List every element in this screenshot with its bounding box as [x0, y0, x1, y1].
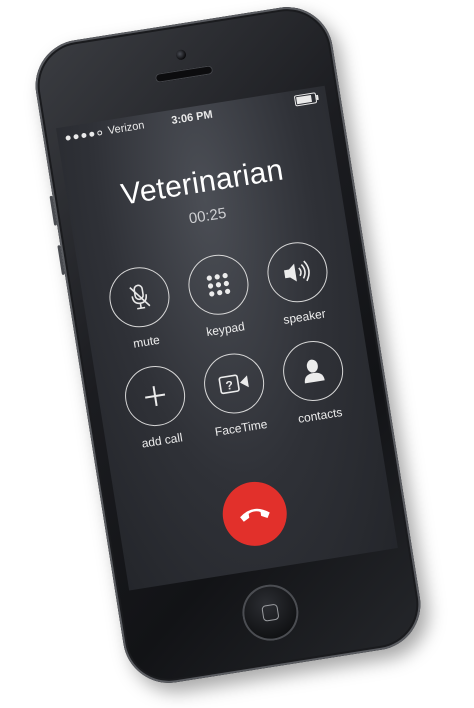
call-screen: Verizon 3:06 PM Veterinarian 00:25 mute …	[55, 85, 398, 591]
earpiece-speaker	[154, 65, 214, 84]
mute-label: mute	[132, 332, 161, 351]
home-button[interactable]	[238, 580, 303, 645]
facetime-label: FaceTime	[213, 416, 269, 440]
add-call-ring[interactable]	[120, 361, 190, 431]
volume-down-button	[57, 245, 65, 276]
contacts-ring[interactable]	[278, 336, 348, 406]
status-time: 3:06 PM	[170, 108, 214, 128]
phone-hangup-icon	[240, 508, 270, 522]
photo-background: Verizon 3:06 PM Veterinarian 00:25 mute …	[0, 0, 474, 708]
svg-text:?: ?	[225, 378, 234, 393]
keypad-ring[interactable]	[184, 250, 253, 320]
keypad-button[interactable]: keypad	[178, 249, 264, 355]
speaker-ring[interactable]	[263, 237, 332, 307]
facetime-icon: ?	[218, 374, 249, 395]
front-camera	[175, 49, 187, 61]
add-call-button[interactable]: add call	[115, 361, 201, 467]
speaker-icon	[284, 260, 310, 282]
contacts-label: contacts	[296, 405, 344, 426]
status-bar: Verizon 3:06 PM	[56, 86, 328, 150]
keypad-grid-icon	[206, 272, 231, 297]
end-call-button[interactable]	[218, 477, 292, 551]
microphone-slash-icon	[129, 284, 151, 310]
person-icon	[304, 359, 325, 384]
keypad-label: keypad	[205, 319, 246, 340]
add-call-label: add call	[140, 430, 184, 451]
home-square-icon	[261, 603, 280, 622]
speaker-button[interactable]: speaker	[257, 237, 343, 343]
contacts-button[interactable]: contacts	[273, 336, 359, 442]
mute-ring[interactable]	[105, 262, 174, 332]
facetime-ring[interactable]: ?	[199, 349, 269, 418]
plus-icon	[145, 386, 166, 407]
facetime-button[interactable]: ? FaceTime	[194, 348, 280, 454]
mute-button[interactable]: mute	[99, 262, 185, 368]
iphone-device: Verizon 3:06 PM Veterinarian 00:25 mute …	[29, 0, 427, 690]
speaker-label: speaker	[282, 306, 327, 327]
volume-up-button	[49, 195, 58, 226]
